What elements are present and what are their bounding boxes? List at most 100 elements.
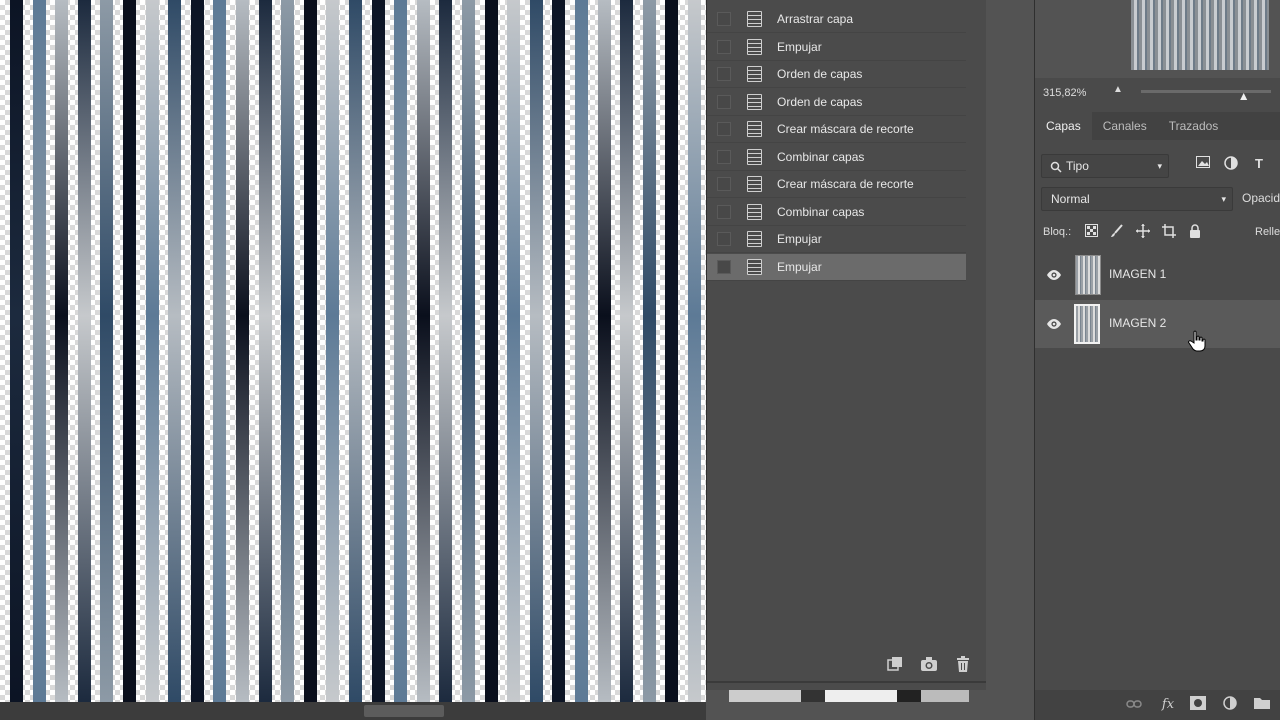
- lock-all-icon[interactable]: [1187, 224, 1203, 240]
- history-state-row[interactable]: Empujar: [707, 34, 966, 61]
- eye-visibility-icon[interactable]: [1046, 267, 1062, 283]
- history-state-label: Empujar: [777, 39, 822, 54]
- canvas-stripe: [642, 0, 656, 702]
- canvas-stripe: [145, 0, 159, 702]
- canvas-stripe: [371, 0, 385, 702]
- history-state-icon: [747, 203, 762, 220]
- layer-row[interactable]: IMAGEN 2: [1035, 300, 1280, 348]
- new-group-folder-icon[interactable]: [1253, 696, 1271, 714]
- new-adjustment-layer-icon[interactable]: [1221, 696, 1239, 714]
- canvas-stripe: [416, 0, 430, 702]
- scrollbar-thumb[interactable]: [364, 705, 444, 717]
- canvas-stripe: [213, 0, 227, 702]
- panel-gutter: [986, 0, 1034, 720]
- type-filter-icon[interactable]: T: [1251, 156, 1267, 172]
- canvas-stripe: [394, 0, 408, 702]
- layer-name[interactable]: IMAGEN 2: [1109, 316, 1166, 330]
- layer-row[interactable]: IMAGEN 1: [1035, 251, 1280, 299]
- layer-filter-row: Tipo ▾ T: [1035, 152, 1280, 180]
- history-state-label: Combinar capas: [777, 149, 865, 164]
- history-state-row[interactable]: Empujar: [707, 253, 966, 281]
- zoom-slider-knob[interactable]: ▲: [1238, 89, 1250, 103]
- lock-transparent-pixels-icon[interactable]: [1083, 224, 1099, 240]
- panel-divider: [707, 681, 987, 683]
- history-source-checkbox[interactable]: [717, 122, 731, 136]
- history-state-label: Combinar capas: [777, 204, 865, 219]
- lock-artboard-icon[interactable]: [1161, 224, 1177, 240]
- filter-type-label: Tipo: [1066, 159, 1089, 173]
- history-state-icon: [747, 231, 762, 247]
- tab-trazados[interactable]: Trazados: [1158, 112, 1230, 140]
- canvas-stripe: [462, 0, 475, 702]
- zoom-slider[interactable]: [1141, 90, 1271, 93]
- history-state-row[interactable]: Combinar capas: [707, 144, 966, 171]
- layer-thumbnail[interactable]: [1075, 255, 1101, 295]
- adjustment-filter-icon[interactable]: [1223, 156, 1239, 172]
- history-state-icon: [747, 176, 762, 192]
- history-state-label: Orden de capas: [777, 67, 863, 81]
- history-panel: Arrastrar capa Empujar Orden de capas Orden…: [706, 0, 987, 702]
- blend-row: Normal ▾ Opacidad: [1035, 187, 1280, 211]
- lock-image-pixels-icon[interactable]: [1109, 224, 1125, 240]
- history-state-label: Crear máscara de recorte: [777, 122, 914, 136]
- add-mask-icon[interactable]: [1189, 696, 1207, 714]
- link-layers-icon[interactable]: [1125, 696, 1143, 714]
- history-source-checkbox[interactable]: [717, 204, 731, 219]
- history-source-checkbox[interactable]: [717, 12, 731, 26]
- history-state-row[interactable]: Combinar capas: [707, 199, 966, 226]
- trash-icon[interactable]: [953, 656, 973, 674]
- canvas-stripe: [55, 0, 69, 702]
- history-state-icon: [747, 121, 762, 137]
- history-source-checkbox[interactable]: [717, 149, 731, 164]
- opacity-label: Opacidad: [1242, 191, 1280, 205]
- fx-layer-style-icon[interactable]: fx: [1159, 696, 1177, 714]
- canvas-stripe: [10, 0, 23, 702]
- canvas-stripe: [326, 0, 340, 702]
- history-state-label: Crear máscara de recorte: [777, 177, 914, 191]
- history-state-row[interactable]: Empujar: [707, 226, 966, 253]
- history-state-icon: [747, 11, 762, 27]
- history-source-checkbox[interactable]: [717, 232, 731, 246]
- history-state-row[interactable]: Crear máscara de recorte: [707, 171, 966, 198]
- history-state-row[interactable]: Orden de capas: [707, 61, 966, 88]
- history-state-row[interactable]: Arrastrar capa: [707, 6, 966, 33]
- canvas-stripe: [349, 0, 362, 702]
- zoom-value[interactable]: 315,82%: [1043, 87, 1086, 99]
- history-state-row[interactable]: Orden de capas: [707, 89, 966, 116]
- history-state-row[interactable]: Crear máscara de recorte: [707, 116, 966, 143]
- lock-row: Bloq.: Relleno: [1035, 222, 1280, 244]
- canvas-stripe: [575, 0, 588, 702]
- history-state-label: Empujar: [777, 259, 822, 274]
- canvas-stripe: [597, 0, 611, 702]
- new-document-from-state-icon[interactable]: [885, 656, 905, 674]
- tab-capas[interactable]: Capas: [1035, 112, 1092, 140]
- canvas-horizontal-scrollbar[interactable]: [0, 702, 706, 720]
- canvas-stripe: [100, 0, 114, 702]
- canvas-stripe: [688, 0, 701, 702]
- history-source-checkbox[interactable]: [717, 67, 731, 81]
- image-filter-icon[interactable]: [1195, 156, 1211, 172]
- canvas-stripe: [190, 0, 204, 702]
- layer-name[interactable]: IMAGEN 1: [1109, 267, 1166, 281]
- blend-mode-select[interactable]: Normal ▾: [1041, 187, 1233, 211]
- camera-snapshot-icon[interactable]: [919, 656, 939, 674]
- canvas-stripe: [281, 0, 295, 702]
- history-source-checkbox[interactable]: [717, 259, 731, 274]
- search-icon: [1050, 155, 1062, 177]
- tab-canales[interactable]: Canales: [1092, 112, 1158, 140]
- document-canvas[interactable]: [0, 0, 706, 702]
- filter-type-select[interactable]: Tipo ▾: [1041, 154, 1169, 178]
- zoom-out-icon[interactable]: ▲: [1113, 84, 1123, 95]
- navigator-thumbnail[interactable]: [1131, 0, 1269, 70]
- history-state-icon: [747, 66, 762, 82]
- canvas-stripe: [32, 0, 46, 702]
- navigator-panel: [1035, 0, 1280, 78]
- canvas-stripe: [258, 0, 272, 702]
- lock-position-icon[interactable]: [1135, 224, 1151, 240]
- layer-thumbnail[interactable]: [1074, 304, 1100, 344]
- history-source-checkbox[interactable]: [717, 39, 731, 54]
- history-source-checkbox[interactable]: [717, 177, 731, 191]
- eye-visibility-icon[interactable]: [1046, 316, 1062, 332]
- history-source-checkbox[interactable]: [717, 94, 731, 109]
- fill-label: Relleno: [1255, 226, 1280, 238]
